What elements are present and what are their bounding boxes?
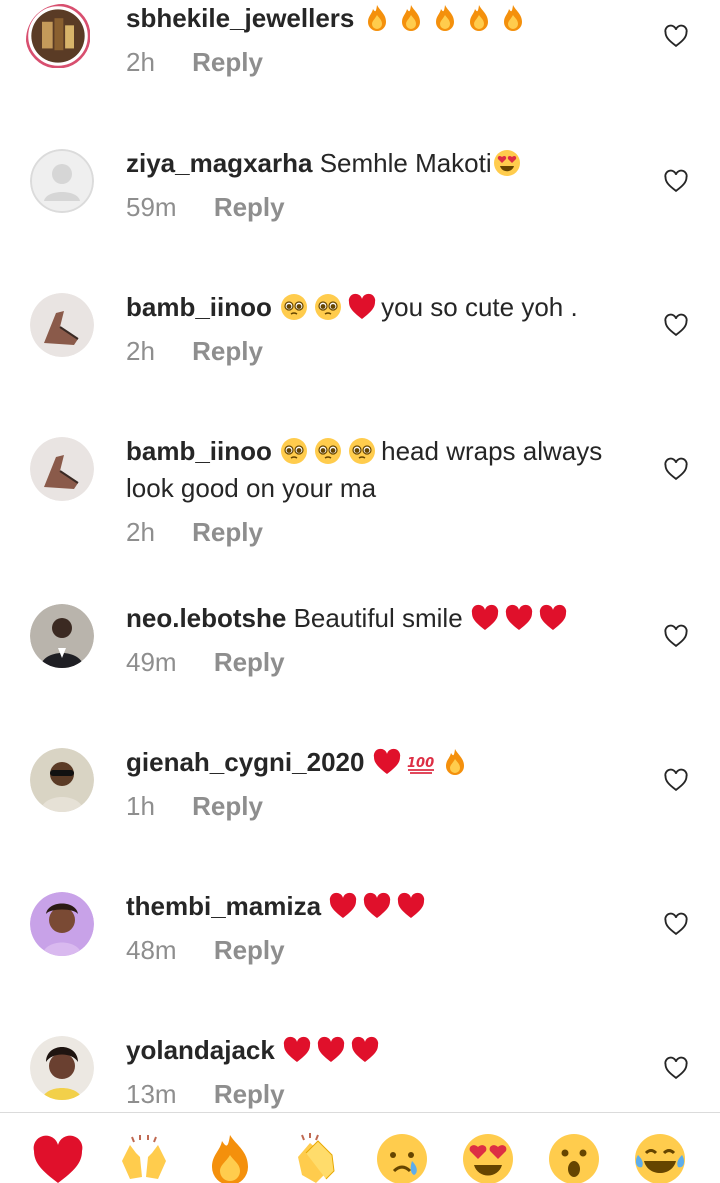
heart-outline-icon[interactable] (662, 22, 690, 50)
reply-button[interactable]: Reply (214, 647, 285, 677)
red-heart-icon (316, 1035, 346, 1065)
reply-button[interactable]: Reply (214, 192, 285, 222)
tears-of-joy-reaction-icon[interactable] (632, 1131, 688, 1183)
clapping-hands-reaction-icon[interactable] (288, 1131, 344, 1183)
red-heart-icon (504, 603, 534, 633)
comment-time: 2h (126, 517, 155, 547)
red-heart-icon (372, 747, 402, 777)
red-heart-icon (470, 603, 500, 633)
shoe-avatar[interactable] (30, 293, 94, 357)
comment-username[interactable]: gienah_cygni_2020 (126, 747, 364, 777)
red-heart-icon (282, 1035, 312, 1065)
comment-username[interactable]: ziya_magxarha (126, 148, 312, 178)
pleading-face-icon (313, 436, 343, 466)
comment-time: 1h (126, 791, 155, 821)
comment-username[interactable]: sbhekile_jewellers (126, 3, 354, 33)
man-suit-avatar[interactable] (30, 604, 94, 668)
comment-time: 13m (126, 1079, 177, 1109)
comment-text: Beautiful smile (293, 603, 463, 633)
default-avatar[interactable] (30, 149, 94, 213)
pleading-face-icon (279, 436, 309, 466)
heart-outline-icon[interactable] (662, 1054, 690, 1082)
hundred-points-icon: 100 (406, 747, 436, 777)
comment-text: you so cute yoh . (381, 292, 578, 322)
comment-time: 59m (126, 192, 177, 222)
jewellery-store-avatar[interactable] (26, 4, 98, 76)
surprised-face-reaction-icon[interactable] (546, 1131, 602, 1183)
woman-purple-avatar[interactable] (30, 892, 94, 956)
comment-username[interactable]: neo.lebotshe (126, 603, 286, 633)
comment-time: 48m (126, 935, 177, 965)
heart-outline-icon[interactable] (662, 622, 690, 650)
crying-face-reaction-icon[interactable] (374, 1131, 430, 1183)
red-heart-icon (538, 603, 568, 633)
comment-username[interactable]: yolandajack (126, 1035, 275, 1065)
fire-reaction-icon[interactable] (202, 1131, 258, 1183)
quick-reaction-bar (0, 1112, 720, 1183)
red-heart-icon (347, 292, 377, 322)
pleading-face-icon (313, 292, 343, 322)
woman-avatar[interactable] (30, 1036, 94, 1100)
shoe-avatar[interactable] (30, 437, 94, 501)
comment-time: 49m (126, 647, 177, 677)
comment-time: 2h (126, 47, 155, 77)
pleading-face-icon (347, 436, 377, 466)
reply-button[interactable]: Reply (192, 517, 263, 547)
comment-username[interactable]: thembi_mamiza (126, 891, 321, 921)
heart-eyes-icon (492, 148, 522, 178)
fire-icon (396, 3, 426, 33)
pleading-face-icon (279, 292, 309, 322)
heart-outline-icon[interactable] (662, 766, 690, 794)
fire-icon (430, 3, 460, 33)
heart-outline-icon[interactable] (662, 167, 690, 195)
reply-button[interactable]: Reply (214, 1079, 285, 1109)
red-heart-icon (350, 1035, 380, 1065)
red-heart-icon (328, 891, 358, 921)
comment-text: Semhle Makoti (319, 148, 492, 178)
comment-username[interactable]: bamb_iinoo (126, 436, 272, 466)
reply-button[interactable]: Reply (192, 47, 263, 77)
raising-hands-reaction-icon[interactable] (116, 1131, 172, 1183)
fire-icon (464, 3, 494, 33)
heart-outline-icon[interactable] (662, 311, 690, 339)
reply-button[interactable]: Reply (214, 935, 285, 965)
fire-icon (440, 747, 470, 777)
comment-username[interactable]: bamb_iinoo (126, 292, 272, 322)
fire-icon (498, 3, 528, 33)
reply-button[interactable]: Reply (192, 791, 263, 821)
man-sunglasses-avatar[interactable] (30, 748, 94, 812)
comments-screen: sbhekile_jewellers 2h Reply ziya_magxarh… (0, 0, 720, 1183)
heart-outline-icon[interactable] (662, 455, 690, 483)
comment-time: 2h (126, 336, 155, 366)
red-heart-icon (396, 891, 426, 921)
reply-button[interactable]: Reply (192, 336, 263, 366)
svg-text:100: 100 (407, 756, 434, 771)
fire-icon (362, 3, 392, 33)
heart-eyes-reaction-icon[interactable] (460, 1131, 516, 1183)
heart-outline-icon[interactable] (662, 910, 690, 938)
red-heart-reaction-icon[interactable] (30, 1131, 86, 1183)
red-heart-icon (362, 891, 392, 921)
